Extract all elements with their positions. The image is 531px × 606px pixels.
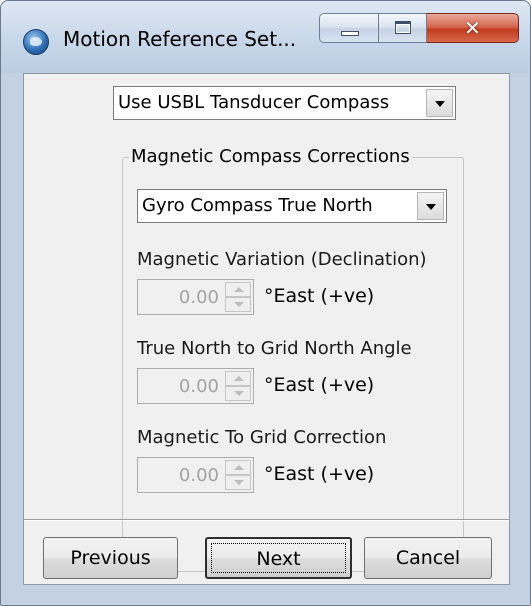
spin-down-icon[interactable] <box>225 297 251 312</box>
maximize-button[interactable] <box>379 13 427 43</box>
previous-button[interactable]: Previous <box>43 537 178 579</box>
maximize-icon <box>395 21 411 34</box>
motion-source-value: Use USBL Tansducer Compass <box>118 92 390 113</box>
close-icon: ✕ <box>464 16 481 40</box>
magnetic-compass-corrections-group: Magnetic Compass Corrections Gyro Compas… <box>122 146 464 572</box>
minimize-button[interactable] <box>319 13 379 43</box>
magnetic-variation-unit: °East (+ve) <box>264 285 375 307</box>
chevron-down-icon[interactable] <box>426 89 453 117</box>
grid-north-angle-spinner[interactable]: 0.00 <box>137 368 254 404</box>
spinner-buttons <box>225 282 251 312</box>
grid-north-angle-label: True North to Grid North Angle <box>137 338 412 359</box>
focus-rectangle <box>211 543 346 573</box>
window-controls: ✕ <box>319 13 519 43</box>
spin-down-icon[interactable] <box>225 475 251 490</box>
dialog-client-area: Use USBL Tansducer Compass Magnetic Comp… <box>23 73 510 585</box>
magnetic-variation-spinner[interactable]: 0.00 <box>137 279 254 315</box>
magnetic-to-grid-label: Magnetic To Grid Correction <box>137 427 387 448</box>
magnetic-variation-label: Magnetic Variation (Declination) <box>137 249 427 270</box>
group-legend: Magnetic Compass Corrections <box>129 146 412 167</box>
next-button[interactable]: Next <box>205 537 352 579</box>
magnetic-to-grid-value: 0.00 <box>178 465 219 486</box>
button-separator <box>24 519 509 521</box>
spinner-buttons <box>225 371 251 401</box>
spin-up-icon[interactable] <box>225 282 251 297</box>
magnetic-to-grid-spinner[interactable]: 0.00 <box>137 457 254 493</box>
compass-reference-value: Gyro Compass True North <box>142 195 373 216</box>
compass-reference-select[interactable]: Gyro Compass True North <box>137 189 447 223</box>
minimize-icon <box>341 31 359 36</box>
dialog-window: Motion Reference Set... ✕ Use USBL Tansd… <box>0 0 531 606</box>
chevron-down-icon[interactable] <box>417 192 444 220</box>
spinner-buttons <box>225 460 251 490</box>
magnetic-variation-value: 0.00 <box>178 287 219 308</box>
globe-icon <box>23 29 49 55</box>
motion-source-select[interactable]: Use USBL Tansducer Compass <box>113 86 456 120</box>
cancel-button[interactable]: Cancel <box>364 537 492 579</box>
spin-up-icon[interactable] <box>225 460 251 475</box>
magnetic-to-grid-unit: °East (+ve) <box>264 463 375 485</box>
grid-north-angle-unit: °East (+ve) <box>264 374 375 396</box>
spin-up-icon[interactable] <box>225 371 251 386</box>
grid-north-angle-value: 0.00 <box>178 376 219 397</box>
close-button[interactable]: ✕ <box>427 13 519 43</box>
title-bar[interactable]: Motion Reference Set... ✕ <box>1 1 530 73</box>
spin-down-icon[interactable] <box>225 386 251 401</box>
window-title: Motion Reference Set... <box>63 27 297 51</box>
